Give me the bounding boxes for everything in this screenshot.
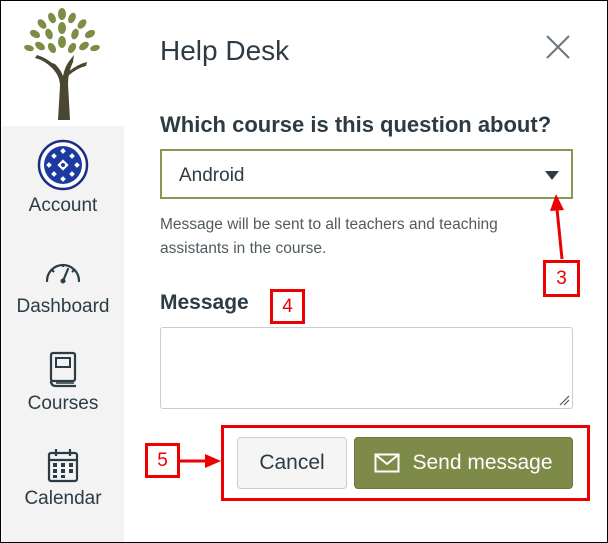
message-textarea[interactable] bbox=[160, 327, 573, 409]
calendar-icon bbox=[47, 449, 79, 483]
courses-book-icon bbox=[49, 351, 77, 388]
close-icon[interactable] bbox=[543, 32, 573, 62]
dialog-title: Help Desk bbox=[160, 35, 290, 66]
callout-5: 5 bbox=[145, 443, 180, 478]
nav-item-courses[interactable]: Courses bbox=[2, 351, 124, 415]
nav-label-calendar: Calendar bbox=[24, 488, 102, 509]
recipients-help-text: Message will be sent to all teachers and… bbox=[160, 216, 498, 257]
global-nav-sidebar: Account Dashboard Courses Calendar bbox=[2, 2, 124, 542]
account-avatar-icon bbox=[37, 139, 89, 191]
annotation-highlight-box bbox=[221, 425, 590, 501]
course-select[interactable]: Android bbox=[160, 149, 573, 199]
callout-3: 3 bbox=[543, 260, 580, 297]
message-label: Message bbox=[160, 291, 249, 314]
screenshot-frame: Account Dashboard Courses Calendar Help … bbox=[0, 0, 608, 543]
nav-label-dashboard: Dashboard bbox=[16, 296, 110, 317]
nav-item-calendar[interactable]: Calendar bbox=[2, 448, 124, 510]
chevron-down-icon[interactable] bbox=[545, 171, 559, 180]
nav-label-account: Account bbox=[28, 195, 98, 216]
callout-5-label: 5 bbox=[157, 449, 168, 471]
resize-grip-icon[interactable] bbox=[558, 394, 570, 406]
callout-4-label: 4 bbox=[282, 295, 293, 317]
nav-item-account[interactable]: Account bbox=[2, 139, 124, 217]
institution-logo[interactable] bbox=[2, 2, 124, 126]
course-question-label: Which course is this question about? bbox=[160, 112, 552, 137]
tree-logo-icon bbox=[24, 8, 100, 120]
nav-item-dashboard[interactable]: Dashboard bbox=[2, 256, 124, 318]
course-select-value: Android bbox=[179, 165, 245, 186]
dashboard-gauge-icon bbox=[45, 263, 81, 284]
nav-label-courses: Courses bbox=[27, 393, 99, 414]
callout-3-label: 3 bbox=[556, 267, 567, 289]
callout-4: 4 bbox=[270, 289, 305, 324]
